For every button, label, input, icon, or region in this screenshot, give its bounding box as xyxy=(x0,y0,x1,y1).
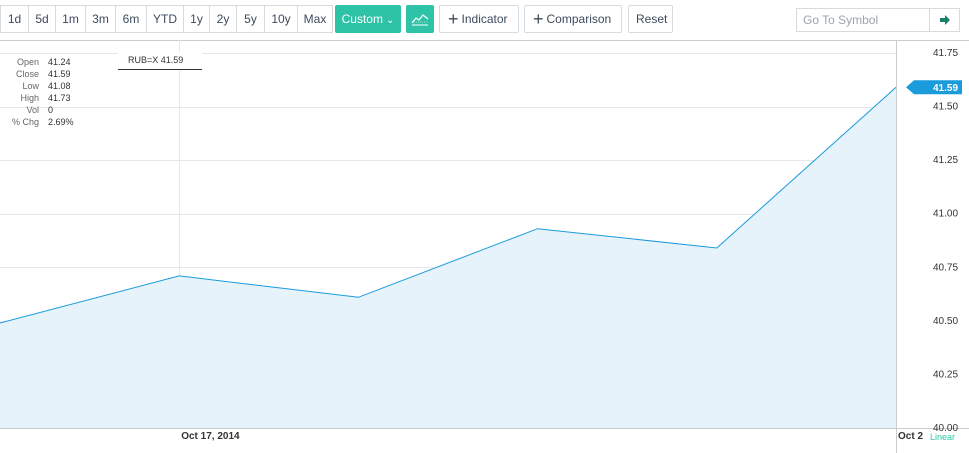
data-point xyxy=(536,227,539,230)
range-button-5d[interactable]: 5d xyxy=(29,5,56,33)
ohlc-value: 41.08 xyxy=(48,81,71,91)
ohlc-label: Close xyxy=(15,69,39,79)
range-button-max[interactable]: Max xyxy=(298,5,333,33)
plus-icon: + xyxy=(448,9,459,29)
ohlc-value: 0 xyxy=(48,105,54,115)
range-button-ytd[interactable]: YTD xyxy=(147,5,184,33)
ohlc-label: % Chg xyxy=(11,117,39,127)
reset-button[interactable]: Reset xyxy=(628,5,673,33)
range-button-1y[interactable]: 1y xyxy=(184,5,210,33)
ohlc-label: Vol xyxy=(26,105,39,115)
go-button[interactable] xyxy=(930,8,960,32)
x-tick-label: Oct 17, 2014 xyxy=(181,431,240,442)
y-tick-label: 40.75 xyxy=(933,262,958,273)
symbol-search-input[interactable] xyxy=(796,8,930,32)
ohlc-row: Low 41.08 xyxy=(8,80,74,92)
data-point xyxy=(357,296,360,299)
y-tick-label: 41.25 xyxy=(933,155,958,166)
ohlc-panel: Open 41.24 Close 41.59 Low 41.08 High 41.73 Vol 0… xyxy=(8,56,74,128)
range-button-2y[interactable]: 2y xyxy=(210,5,237,33)
ohlc-label: Low xyxy=(22,81,39,91)
data-point xyxy=(178,274,181,277)
range-button-6m[interactable]: 6m xyxy=(116,5,147,33)
range-button-1d[interactable]: 1d xyxy=(0,5,29,33)
y-tick-label: 41.75 xyxy=(933,48,958,59)
price-chart[interactable]: 40.0040.2540.5040.7541.0041.2541.5041.75… xyxy=(0,40,969,453)
range-button-5y[interactable]: 5y xyxy=(237,5,265,33)
y-tick-label: 41.00 xyxy=(933,209,958,220)
y-tick-label: 41.50 xyxy=(933,102,958,113)
chart-area: 40.00 40.25 40.50 40.75 41.00 41.25 41.50 41.75… xyxy=(0,40,969,453)
ohlc-label: Open xyxy=(16,57,39,67)
x-tick-label: Oct 2 xyxy=(898,431,923,442)
plus-icon: + xyxy=(533,9,544,29)
ohlc-row: % Chg 2.69% xyxy=(8,116,74,128)
data-point xyxy=(715,247,718,250)
ohlc-value: 41.59 xyxy=(48,69,71,79)
indicator-button[interactable]: + Indicator xyxy=(439,5,519,33)
ohlc-row: Open 41.24 xyxy=(8,56,74,68)
custom-range-label: Custom xyxy=(341,12,383,26)
y-tick-label: 40.50 xyxy=(933,316,958,327)
reset-label: Reset xyxy=(636,12,668,26)
ohlc-row: Vol 0 xyxy=(8,104,74,116)
chevron-down-icon: ⌄ xyxy=(385,15,395,26)
ohlc-value: 2.69% xyxy=(48,117,74,127)
y-tick-label: 40.25 xyxy=(933,369,958,380)
arrow-right-icon xyxy=(940,15,950,25)
series-area xyxy=(0,87,896,429)
comparison-button[interactable]: + Comparison xyxy=(524,5,622,33)
mountain-chart-icon xyxy=(411,14,429,26)
chart-type-button[interactable] xyxy=(406,5,434,33)
range-button-3m[interactable]: 3m xyxy=(86,5,116,33)
crosshair-tooltip: RUB=X 41.59 xyxy=(118,52,202,70)
last-price-label: 41.59 xyxy=(933,83,958,94)
ohlc-label: High xyxy=(20,93,39,103)
ohlc-value: 41.73 xyxy=(48,93,71,103)
indicator-label: Indicator xyxy=(461,12,508,26)
range-button-10y[interactable]: 10y xyxy=(265,5,298,33)
ohlc-row: High 41.73 xyxy=(8,92,74,104)
ohlc-row: Close 41.59 xyxy=(8,68,74,80)
comparison-label: Comparison xyxy=(546,12,612,26)
toolbar: 1d 5d 1m 3m 6m YTD 1y 2y 5y 10y Max Custom ⌄ + Indic… xyxy=(0,0,969,40)
scale-label[interactable]: Linear xyxy=(930,432,955,442)
custom-range-button[interactable]: Custom ⌄ xyxy=(335,5,401,33)
ohlc-value: 41.24 xyxy=(48,57,71,67)
range-button-1m[interactable]: 1m xyxy=(56,5,86,33)
